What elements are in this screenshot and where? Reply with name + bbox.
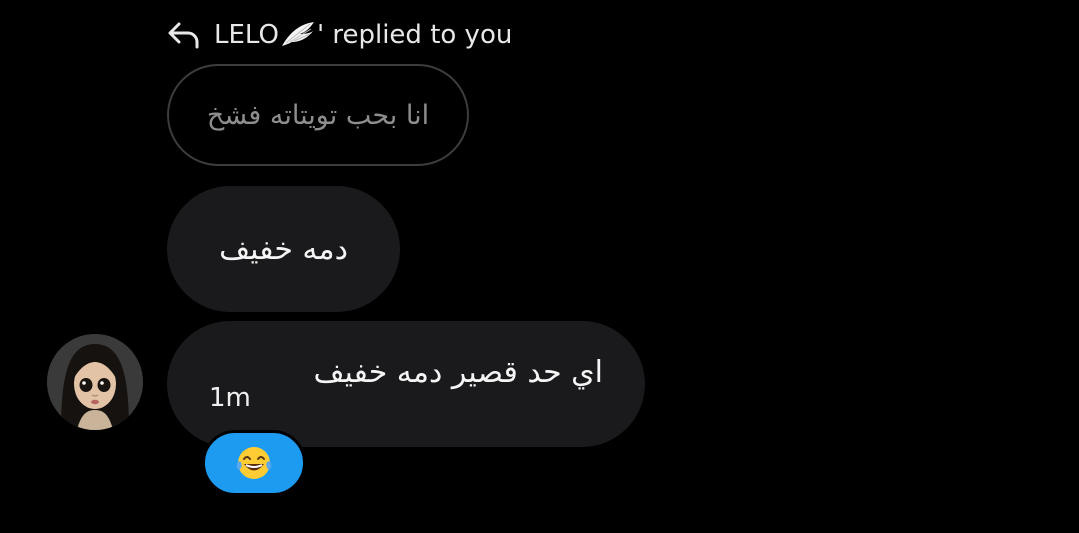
reply-header-text: LELO ' replied to you (214, 20, 512, 50)
message-text: دمه خفيف (219, 231, 348, 267)
quoted-message[interactable]: انا بحب تويتاته فشخ (167, 64, 469, 166)
reply-action-text: replied to you (324, 20, 513, 50)
message-bubble[interactable]: اي حد قصير دمه خفيف 1m (167, 321, 645, 447)
wing-icon (280, 20, 316, 50)
sender-name-suffix: ' (316, 20, 325, 50)
message-text: اي حد قصير دمه خفيف (313, 355, 603, 390)
quoted-message-text: انا بحب تويتاته فشخ (206, 99, 430, 131)
avatar[interactable] (47, 334, 143, 430)
sender-name[interactable]: LELO (214, 20, 279, 50)
message-timestamp: 1m (209, 383, 251, 413)
face-with-tears-of-joy-icon (234, 443, 274, 483)
reply-header: LELO ' replied to you (166, 14, 512, 56)
message-bubble[interactable]: دمه خفيف (167, 186, 400, 312)
reply-arrow-icon (166, 21, 202, 49)
reaction-badge[interactable] (202, 430, 306, 496)
